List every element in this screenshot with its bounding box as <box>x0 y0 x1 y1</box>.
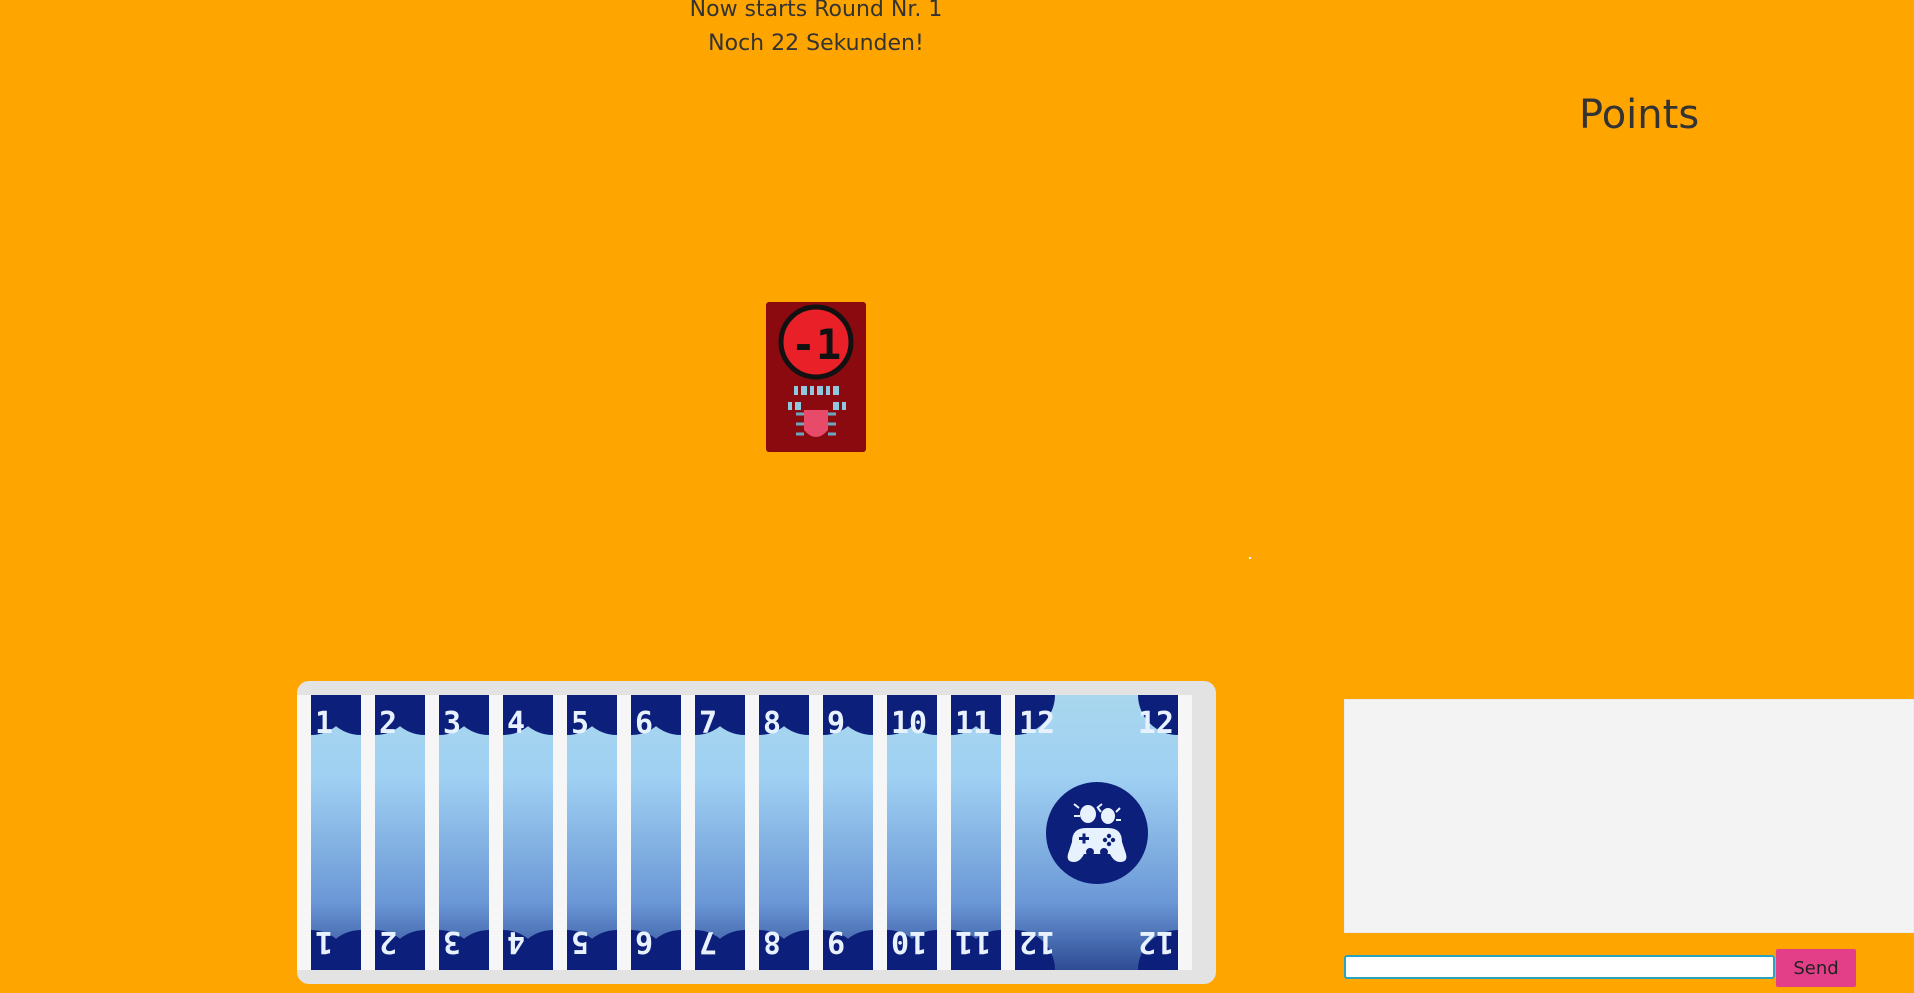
card-face: 55 <box>567 695 617 970</box>
points-title: Points <box>1579 92 1700 138</box>
stray-dot <box>1249 557 1251 559</box>
card-face: 11 <box>311 695 361 970</box>
card-value-inverted: 8 <box>763 924 782 959</box>
card-value: 1 <box>315 706 334 741</box>
card-value: 3 <box>443 706 462 741</box>
card-value-inverted: 7 <box>699 924 718 959</box>
card-value: 5 <box>571 706 590 741</box>
card-value-inverted: 9 <box>827 924 846 959</box>
card-value: 7 <box>699 706 718 741</box>
card-value: 8 <box>763 706 782 741</box>
card-face: 66 <box>631 695 681 970</box>
card-value-inverted: 2 <box>379 924 398 959</box>
card-value-inverted: 10 <box>891 924 928 959</box>
player-hand: 1 1 2 2 3 3 4 4 5 5 6 6 7 7 8 8 9 9 10 10 11 11 12 12 12 12 <box>297 681 1216 984</box>
card-value: 9 <box>827 706 846 741</box>
card-value-inverted: 5 <box>571 924 590 959</box>
bug-icon: -1 <box>778 304 854 437</box>
card-value-inverted: 6 <box>635 924 654 959</box>
chat-log <box>1344 699 1914 933</box>
send-button[interactable]: Send <box>1776 949 1856 987</box>
card-face: 44 <box>503 695 553 970</box>
gamepad-bugs-icon <box>1045 781 1148 884</box>
card-value-inverted: 12 <box>1137 924 1174 959</box>
card-face: 88 <box>759 695 809 970</box>
played-card: -1 <box>766 302 866 452</box>
round-status: Now starts Round Nr. 1 <box>689 0 943 22</box>
card-value-inverted: 12 <box>1019 924 1056 959</box>
hand-card[interactable]: 12 12 12 12 <box>1001 695 1192 970</box>
card-value: 11 <box>955 706 992 741</box>
card-value: 6 <box>635 706 654 741</box>
card-value-inverted: 11 <box>955 924 992 959</box>
card-face: 99 <box>823 695 873 970</box>
card-face: 10 10 <box>887 695 937 970</box>
card-face: 22 <box>375 695 425 970</box>
played-card-value: -1 <box>791 320 842 369</box>
card-value: 10 <box>891 706 928 741</box>
card-face: 77 <box>695 695 745 970</box>
card-value-inverted: 3 <box>443 924 462 959</box>
card-face: 11 11 <box>951 695 1001 970</box>
card-face: 12 12 12 12 <box>1015 695 1178 970</box>
card-face: 33 <box>439 695 489 970</box>
card-value-inverted: 4 <box>507 924 526 959</box>
card-value: 2 <box>379 706 398 741</box>
card-value-inverted: 1 <box>315 924 334 959</box>
card-value: 4 <box>507 706 526 741</box>
countdown-timer: Noch 22 Sekunden! <box>708 31 924 56</box>
card-value: 12 <box>1137 706 1174 741</box>
chat-input[interactable] <box>1344 955 1775 979</box>
card-value: 12 <box>1019 706 1056 741</box>
